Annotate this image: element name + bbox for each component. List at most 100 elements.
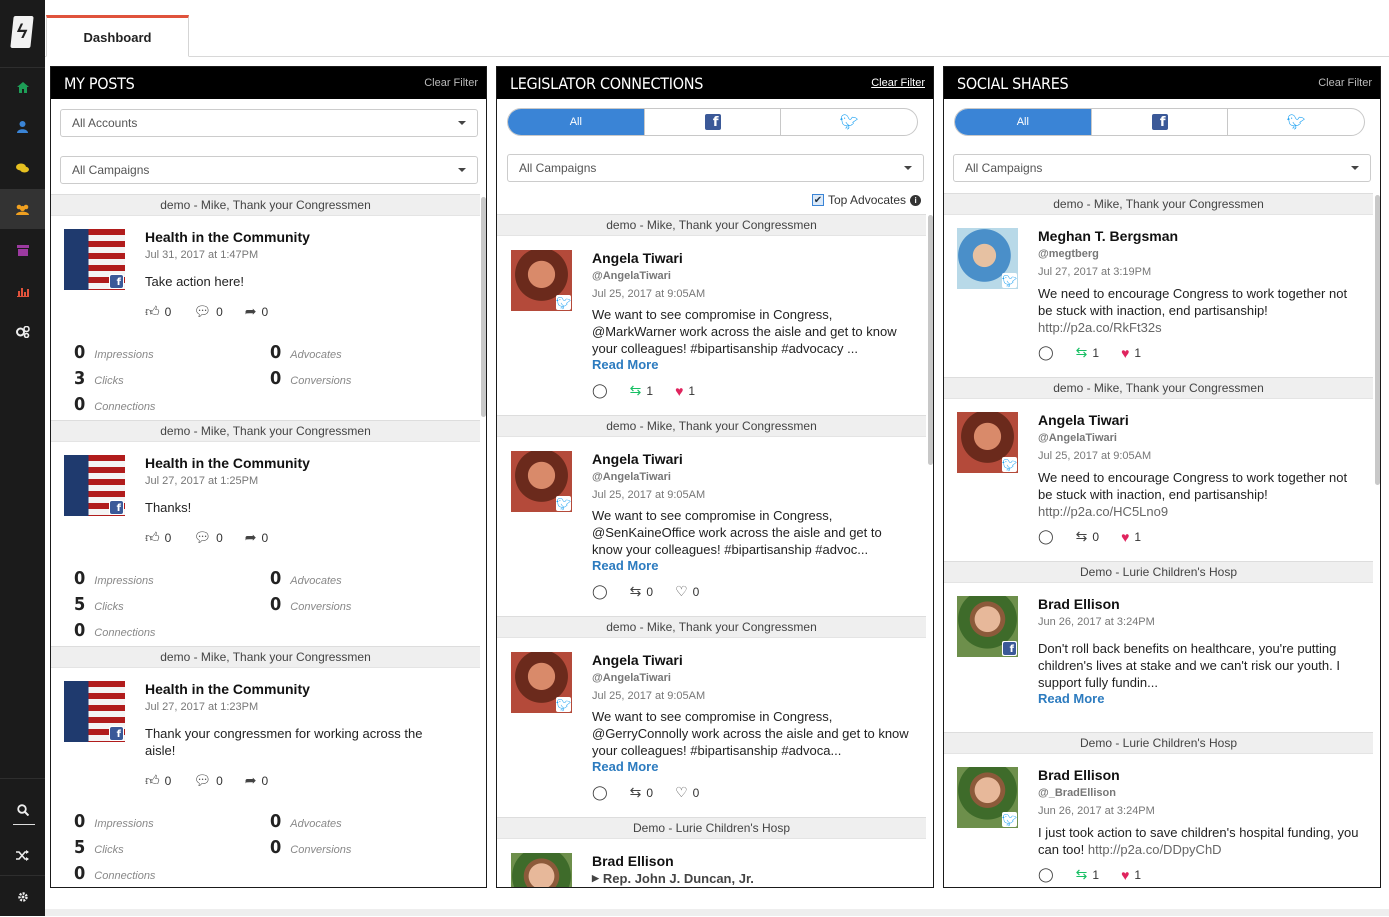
retweet-icon: ⇆ (629, 784, 642, 800)
retweet-count[interactable]: ⇆ 1 (630, 382, 653, 399)
legislator-row[interactable]: ▶ Rep. John J. Duncan, Jr. (592, 871, 754, 886)
panel-header: LEGISLATOR CONNECTIONS Clear Filter (497, 67, 933, 99)
post-image: f (64, 455, 125, 516)
read-more-link[interactable]: Read More (1038, 691, 1104, 706)
reply-icon: ◯ (592, 583, 608, 599)
reply-button[interactable]: ◯ (1038, 344, 1054, 361)
reply-button[interactable]: ◯ (592, 784, 608, 801)
avatar (511, 853, 572, 887)
post-link[interactable]: http://p2a.co/HC5Lno9 (1038, 504, 1168, 519)
reply-button[interactable]: ◯ (1038, 866, 1054, 883)
clicks-stat: 3 Clicks (74, 368, 124, 389)
avatar: 🐦︎ (957, 412, 1018, 473)
read-more-link[interactable]: Read More (592, 357, 658, 372)
post-text: Thank your congressmen for working acros… (145, 726, 423, 758)
campaigns-select[interactable]: All Campaigns (507, 154, 924, 182)
group-icon[interactable] (0, 189, 45, 229)
chart-icon[interactable] (0, 271, 45, 311)
chevron-down-icon (1351, 166, 1359, 170)
clear-filter-link[interactable]: Clear Filter (871, 77, 925, 89)
advocates-stat: 0 Advocates (270, 811, 342, 832)
filter-all-button[interactable]: All (955, 109, 1092, 135)
filter-twitter-button[interactable]: 🐦︎ (781, 109, 917, 135)
like-count[interactable]: ♥ 1 (675, 383, 695, 399)
checkbox[interactable]: ✔ (812, 194, 824, 206)
info-icon[interactable]: i (910, 194, 922, 206)
like-count[interactable]: ♥ 1 (1121, 345, 1141, 361)
clear-filter-link[interactable]: Clear Filter (1318, 77, 1372, 89)
retweet-count[interactable]: ⇆ 0 (630, 784, 653, 801)
panel-title: SOCIAL SHARES (957, 73, 1069, 93)
filter-twitter-button[interactable]: 🐦︎ (1228, 109, 1364, 135)
retweet-count[interactable]: ⇆ 0 (630, 583, 653, 600)
reply-button[interactable]: ◯ (1038, 528, 1054, 545)
comment-icon: 💬︎ (193, 529, 212, 545)
app-logo[interactable]: ϟ (10, 16, 34, 48)
post-text: I just took action to save children's ho… (1038, 824, 1363, 858)
filter-facebook-button[interactable]: f (645, 109, 782, 135)
post-title: Health in the Community (145, 681, 310, 697)
posts-list[interactable]: demo - Mike, Thank your Congressmen f He… (51, 194, 480, 887)
tab-dashboard[interactable]: Dashboard (46, 15, 189, 57)
chevron-down-icon (904, 166, 912, 170)
author-handle: @AngelaTiwari (592, 471, 671, 483)
retweet-count[interactable]: ⇆ 1 (1076, 344, 1099, 361)
shares-list[interactable]: demo - Mike, Thank your Congressmen 🐦︎ M… (944, 193, 1373, 887)
reply-button[interactable]: ◯ (592, 583, 608, 600)
clear-filter-link[interactable]: Clear Filter (424, 77, 478, 89)
list-item: Demo - Lurie Children's Hosp 🐦︎ Brad Ell… (944, 732, 1373, 887)
accounts-select[interactable]: All Accounts (60, 109, 478, 137)
stat-value: 3 (74, 368, 86, 389)
scrollbar[interactable] (928, 215, 933, 465)
post-text: Take action here! (145, 274, 245, 289)
campaigns-select[interactable]: All Campaigns (953, 154, 1371, 182)
retweet-value: 1 (646, 383, 654, 398)
stat-label: Clicks (94, 844, 124, 856)
network-filter: All f 🐦︎ (507, 108, 918, 136)
scrollbar[interactable] (1375, 195, 1380, 485)
like-count: 👍︎ 0 (145, 303, 171, 320)
chat-icon[interactable] (0, 148, 45, 188)
like-value: 0 (692, 584, 700, 599)
filter-all-button[interactable]: All (508, 109, 645, 135)
filter-facebook-button[interactable]: f (1092, 109, 1229, 135)
facebook-icon: f (110, 501, 123, 514)
twitter-badge: 🐦︎ (1002, 812, 1017, 827)
comment-count: 💬︎ 0 (193, 529, 222, 546)
comment-icon: 💬︎ (193, 772, 212, 788)
like-count[interactable]: ♡ 0 (675, 784, 699, 801)
scrollbar[interactable] (481, 197, 486, 417)
like-count[interactable]: ♡ 0 (675, 583, 699, 600)
share-icon: ➦ (244, 772, 257, 788)
author-name: Brad Ellison (1038, 767, 1120, 783)
settings-icon[interactable] (0, 312, 45, 352)
reply-icon: ◯ (1038, 866, 1054, 882)
heart-outline-icon: ♡ (675, 583, 688, 599)
gear-icon[interactable] (0, 877, 45, 917)
stat-label: Conversions (290, 375, 352, 387)
home-icon[interactable] (0, 67, 45, 107)
top-advocates-toggle[interactable]: ✔ Top Advocates i (812, 193, 922, 207)
stat-label: Impressions (94, 575, 154, 587)
connections-list[interactable]: demo - Mike, Thank your Congressmen 🐦︎ A… (497, 214, 926, 887)
like-count[interactable]: ♥ 1 (1121, 529, 1141, 545)
archive-icon[interactable] (0, 230, 45, 270)
shuffle-icon[interactable] (0, 835, 45, 875)
stat-label: Connections (94, 401, 156, 413)
post-date: Jul 27, 2017 at 1:25PM (145, 475, 259, 487)
retweet-count[interactable]: ⇆ 1 (1076, 866, 1099, 883)
post-link[interactable]: http://p2a.co/DDpyChD (1088, 842, 1222, 857)
user-icon[interactable] (0, 107, 45, 147)
author-name: Angela Tiwari (592, 451, 683, 467)
like-count[interactable]: ♥ 1 (1121, 867, 1141, 883)
campaigns-select[interactable]: All Campaigns (60, 156, 478, 184)
facebook-badge: f (109, 726, 124, 741)
twitter-icon: 🐦︎ (1001, 812, 1018, 827)
read-more-link[interactable]: Read More (592, 558, 658, 573)
author-handle: @megtberg (1038, 248, 1099, 260)
list-item: Demo - Lurie Children's Hosp f Brad Elli… (944, 561, 1373, 732)
reply-button[interactable]: ◯ (592, 382, 608, 399)
post-link[interactable]: http://p2a.co/RkFt32s (1038, 320, 1162, 335)
retweet-count[interactable]: ⇆ 0 (1076, 528, 1099, 545)
read-more-link[interactable]: Read More (592, 759, 658, 774)
